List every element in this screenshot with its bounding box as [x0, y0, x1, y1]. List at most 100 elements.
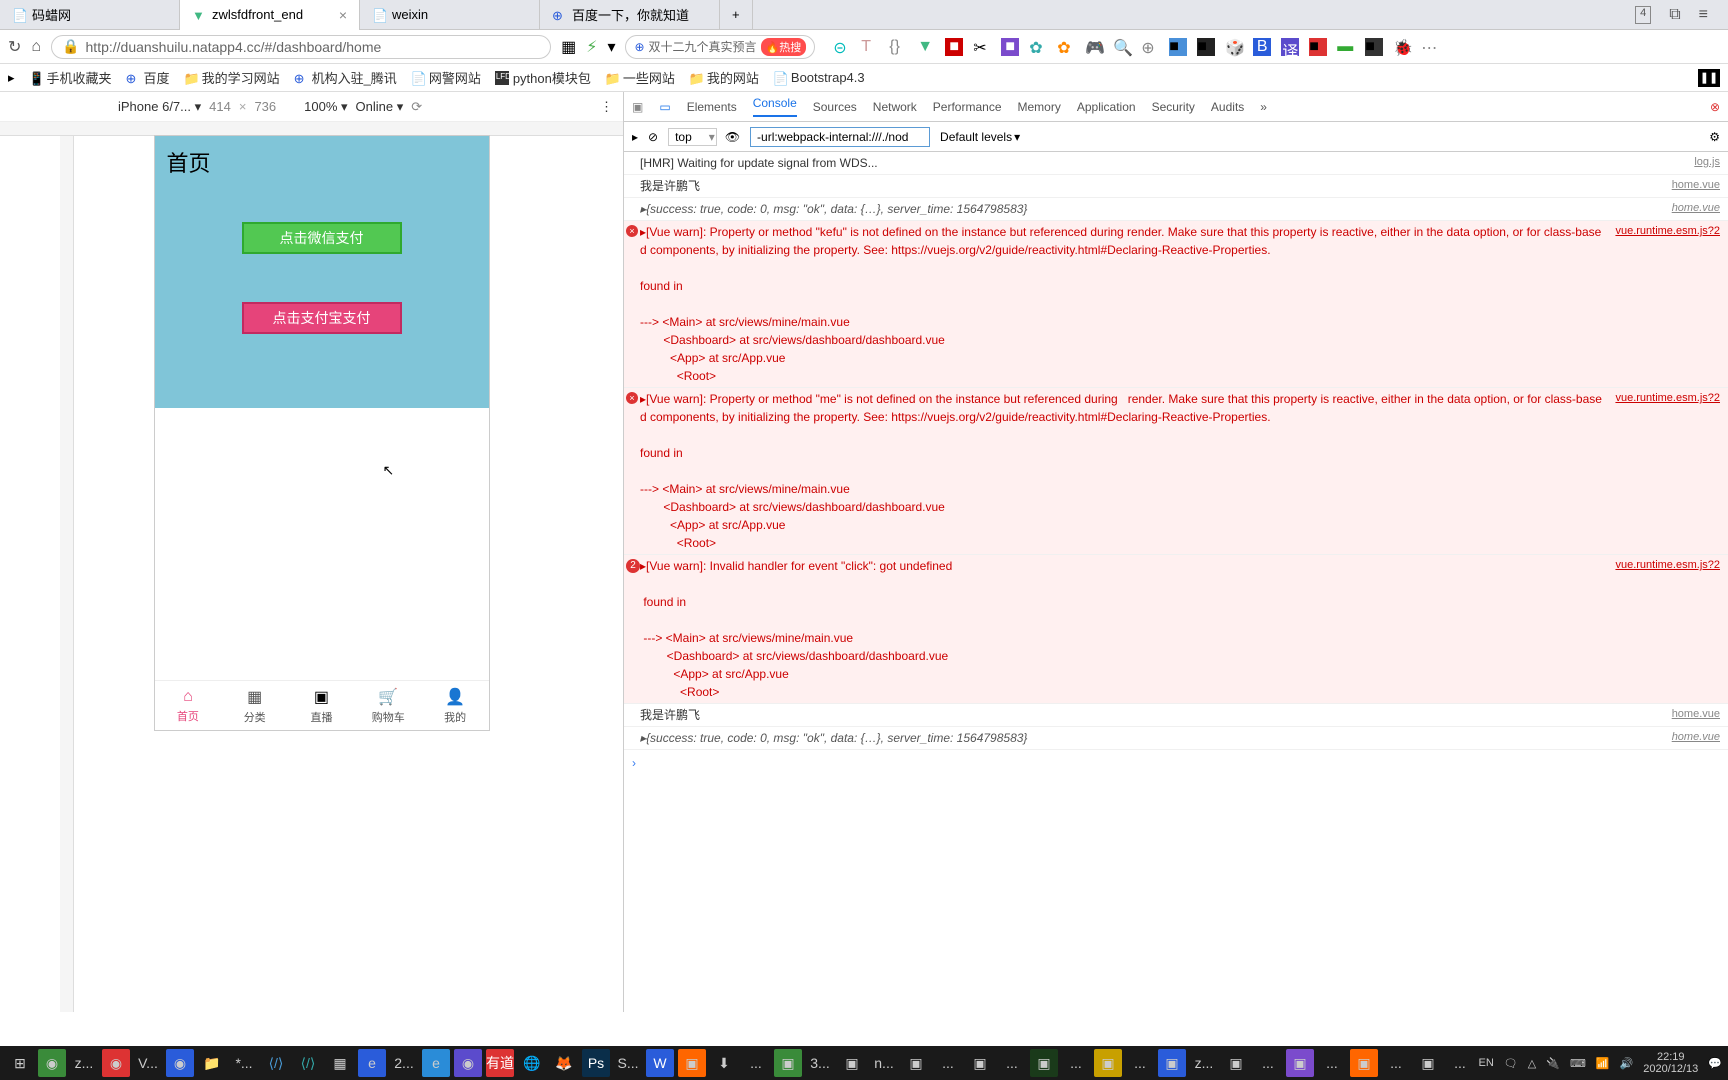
bookmark-item[interactable]: 📁我的学习网站 [184, 68, 280, 87]
taskbar-item[interactable]: ▣ [774, 1049, 802, 1077]
source-link[interactable]: home.vue [1662, 177, 1720, 195]
taskbar-item[interactable]: ... [1254, 1049, 1282, 1077]
taskbar-item[interactable]: ... [1446, 1049, 1474, 1077]
system-clock[interactable]: 22:19 2020/12/13 [1643, 1051, 1698, 1075]
url-input[interactable]: 🔒 http://duanshuilu.natapp4.cc/#/dashboa… [51, 35, 551, 59]
wechat-pay-button[interactable]: 点击微信支付 [242, 222, 402, 254]
source-link[interactable]: vue.runtime.esm.js?2 [1605, 390, 1720, 552]
tab-live[interactable]: ▣直播 [288, 681, 355, 730]
taskbar-item[interactable]: ▣ [902, 1049, 930, 1077]
taskbar-item[interactable]: n... [870, 1049, 898, 1077]
taskbar-item[interactable]: ▦ [326, 1049, 354, 1077]
live-expression-icon[interactable]: 👁 [725, 130, 740, 144]
taskbar-item[interactable]: ⬇ [710, 1049, 738, 1077]
taskbar-item[interactable]: ▣ [838, 1049, 866, 1077]
pause-debugger-button[interactable]: ❚❚ [1698, 69, 1720, 87]
taskbar-item[interactable]: ▣ [1094, 1049, 1122, 1077]
bookmark-item[interactable]: ⊕机构入驻_腾讯 [294, 68, 397, 87]
taskbar-item[interactable]: 🌐 [518, 1049, 546, 1077]
ext-icon[interactable]: ■ [1001, 38, 1019, 56]
bookmark-item[interactable]: 📁一些网站 [605, 68, 675, 87]
taskbar-item[interactable]: ... [998, 1049, 1026, 1077]
tray-icon[interactable]: 🗨 [1504, 1057, 1518, 1070]
bookmark-item[interactable]: 📄网警网站 [411, 68, 481, 87]
menu-icon[interactable]: ≡ [1699, 6, 1708, 24]
taskbar-item[interactable]: 有道 [486, 1049, 514, 1077]
taskbar-item[interactable]: ▣ [1158, 1049, 1186, 1077]
zoom-select[interactable]: 100% ▾ [304, 99, 347, 115]
taskbar-item[interactable]: ... [934, 1049, 962, 1077]
source-link[interactable]: vue.runtime.esm.js?2 [1605, 223, 1720, 385]
taskbar-item[interactable]: e [358, 1049, 386, 1077]
ext-icon[interactable]: ■ [1169, 38, 1187, 56]
ext-icon[interactable]: ✿ [1029, 38, 1047, 56]
devtools-tab-console[interactable]: Console [753, 96, 797, 117]
tab-home[interactable]: ⌂首页 [155, 681, 222, 730]
device-select[interactable]: iPhone 6/7... ▾ [118, 99, 201, 115]
console-sidebar-toggle[interactable]: ▸ [632, 130, 638, 144]
console-prompt[interactable]: › [624, 750, 1728, 776]
ext-icon[interactable]: B [1253, 38, 1271, 56]
ext-icon[interactable]: ■ [1365, 38, 1383, 56]
ext-icon[interactable]: {} [889, 38, 907, 56]
inspect-icon[interactable]: ▣ [632, 100, 643, 114]
devtools-tab-network[interactable]: Network [873, 100, 917, 114]
taskbar-item[interactable]: z... [70, 1049, 98, 1077]
taskbar-item[interactable]: ▣ [1286, 1049, 1314, 1077]
taskbar-item[interactable]: ... [1062, 1049, 1090, 1077]
ext-icon[interactable]: 🎮 [1085, 38, 1103, 56]
console-filter-input[interactable] [750, 127, 930, 147]
bookmark-item[interactable]: 📁我的网站 [689, 68, 759, 87]
devtools-tab-audits[interactable]: Audits [1211, 100, 1244, 114]
taskbar-item[interactable]: ... [1382, 1049, 1410, 1077]
taskbar-item[interactable]: W [646, 1049, 674, 1077]
tab-cart[interactable]: 🛒购物车 [355, 681, 422, 730]
app-launcher-icon[interactable]: ▸ [8, 70, 15, 86]
taskbar-item[interactable]: 2... [390, 1049, 418, 1077]
home-icon[interactable]: ⌂ [31, 38, 41, 56]
ext-icon[interactable]: ⋯ [1421, 38, 1439, 56]
devtools-tab-elements[interactable]: Elements [687, 100, 737, 114]
tab-0[interactable]: 📄 码蜡网 [0, 0, 180, 30]
settings-icon[interactable]: ⚙ [1709, 130, 1720, 144]
ext-icon[interactable]: 🎲 [1225, 38, 1243, 56]
source-link[interactable]: log.js [1684, 154, 1720, 172]
bookmark-item[interactable]: 📄Bootstrap4.3 [773, 70, 865, 85]
taskbar-item[interactable]: ▣ [1030, 1049, 1058, 1077]
alipay-pay-button[interactable]: 点击支付宝支付 [242, 302, 402, 334]
log-levels-select[interactable]: Default levels ▾ [940, 130, 1020, 144]
taskbar-item[interactable]: z... [1190, 1049, 1218, 1077]
tab-mine[interactable]: 👤我的 [422, 681, 489, 730]
flash-icon[interactable]: ⚡︎ [586, 37, 597, 57]
ext-icon[interactable]: ✂ [973, 38, 991, 56]
reload-icon[interactable]: ↻ [8, 37, 21, 57]
taskbar-item[interactable]: 🦊 [550, 1049, 578, 1077]
close-icon[interactable]: × [339, 7, 347, 23]
device-toggle-icon[interactable]: ▭ [659, 100, 670, 114]
tray-icon[interactable]: 🔌 [1546, 1057, 1560, 1070]
devtools-tab-security[interactable]: Security [1152, 100, 1195, 114]
error-count-icon[interactable]: ⊗ [1710, 100, 1720, 114]
vue-devtools-icon[interactable]: ▼ [917, 38, 935, 56]
devtools-tab-memory[interactable]: Memory [1018, 100, 1061, 114]
ext-icon[interactable]: 🐞 [1393, 38, 1411, 56]
bookmark-item[interactable]: LFDpython模块包 [495, 68, 591, 87]
tab-2[interactable]: 📄 weixin [360, 0, 540, 30]
source-link[interactable]: vue.runtime.esm.js?2 [1605, 557, 1720, 701]
taskbar-item[interactable]: 3... [806, 1049, 834, 1077]
more-tabs-icon[interactable]: » [1260, 100, 1267, 114]
ext-icon[interactable]: ■ [1309, 38, 1327, 56]
taskbar-item[interactable]: ◉ [166, 1049, 194, 1077]
taskbar-item[interactable]: S... [614, 1049, 642, 1077]
bookmark-item[interactable]: 📱手机收藏夹 [29, 68, 112, 87]
tray-icon[interactable]: 🔊 [1620, 1057, 1634, 1070]
taskbar-item[interactable]: ▣ [1350, 1049, 1378, 1077]
devtools-tab-application[interactable]: Application [1077, 100, 1136, 114]
new-tab-button[interactable]: + [720, 0, 753, 30]
taskbar-item[interactable]: ▣ [1414, 1049, 1442, 1077]
qr-icon[interactable]: ▦ [561, 37, 576, 57]
taskbar-item[interactable]: ⟨/⟩ [294, 1049, 322, 1077]
taskbar-item[interactable]: ... [1318, 1049, 1346, 1077]
tray-icon[interactable]: ⌨ [1570, 1057, 1586, 1070]
ext-icon[interactable]: ⊝ [833, 38, 851, 56]
